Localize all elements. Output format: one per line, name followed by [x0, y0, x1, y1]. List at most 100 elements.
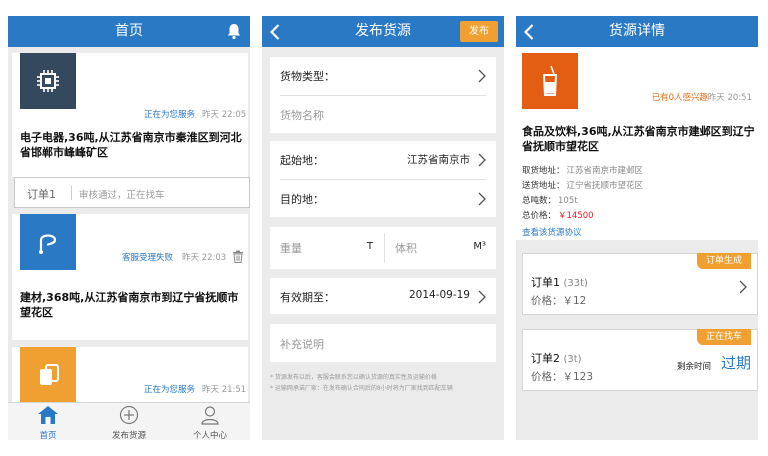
publish-button[interactable]: 发布 — [460, 21, 498, 42]
weight-input[interactable]: 重量 T — [270, 229, 383, 266]
delivery-label: 送货地址： — [522, 181, 565, 191]
remarks-input[interactable]: 补充说明 — [270, 325, 496, 362]
cargo-card[interactable]: 正在为您服务 昨天 21:51 — [12, 347, 248, 403]
timestamp: 昨天 22:05 — [202, 110, 247, 120]
origin-value: 江苏省南京市 — [407, 154, 470, 166]
cargo-card[interactable]: 正在为您服务 昨天 22:05 电子电器,36吨,从江苏省南京市秦淮区到河北省邯… — [12, 53, 248, 177]
destination-label: 目的地： — [280, 193, 324, 206]
chevron-right-icon — [478, 289, 486, 308]
page-title: 货源详情 — [609, 23, 665, 39]
chevron-right-icon — [478, 68, 486, 87]
cargo-thumbnail — [20, 53, 76, 109]
publish-header: 发布货源 发布 — [262, 16, 504, 47]
status-badge: 正在找车 — [697, 329, 751, 345]
service-status: 客服受理失败 — [122, 253, 174, 263]
pickup-value: 江苏省南京市建邺区 — [566, 166, 644, 176]
tab-publish[interactable]: 发布货源 — [89, 405, 169, 440]
tonnage-label: 总吨数： — [522, 196, 557, 206]
cargo-name-placeholder: 货物名称 — [280, 109, 324, 122]
add-icon — [89, 405, 169, 428]
weight-placeholder: 重量 — [280, 242, 302, 255]
order-label: 订单2 — [531, 352, 560, 365]
tab-label: 首页 — [39, 431, 57, 440]
valid-until-field[interactable]: 有效期至： 2014-09-19 — [270, 278, 496, 315]
pickup-address: 取货地址： 江苏省南京市建邺区 — [522, 164, 643, 176]
order-price: 价格：￥123 — [531, 371, 594, 383]
route-group: 起始地： 江苏省南京市 目的地： — [270, 141, 496, 217]
home-icon — [8, 405, 88, 428]
volume-placeholder: 体积 — [395, 242, 417, 255]
volume-input[interactable]: 体积 M³ — [385, 229, 496, 266]
service-status: 正在为您服务 — [144, 110, 196, 120]
cargo-type-label: 货物类型： — [280, 70, 335, 83]
order-card[interactable]: 订单生成 订单1 (33t) 价格：￥12 — [522, 253, 758, 315]
weight-unit: T — [366, 241, 373, 252]
cargo-type-field[interactable]: 货物类型： — [270, 57, 496, 94]
copy-icon — [38, 364, 60, 392]
detail-header: 货源详情 — [516, 16, 758, 47]
tab-label: 发布货源 — [111, 431, 146, 440]
valid-until-label: 有效期至： — [280, 291, 335, 304]
remarks-placeholder: 补充说明 — [280, 338, 324, 351]
cargo-thumbnail — [20, 347, 76, 403]
divider — [71, 186, 72, 200]
trash-icon[interactable] — [232, 248, 244, 267]
tab-label: 个人中心 — [192, 431, 227, 440]
total-price-value: ￥14500 — [558, 211, 594, 221]
timestamp: 昨天 22:03 — [182, 253, 227, 263]
volume-unit: M³ — [473, 241, 486, 252]
publish-notes: * 货源发布以后，客服会联系您以确认货源的真实性及运输价格 * 运输网承诺厂家：… — [270, 372, 496, 394]
home-header: 首页 — [8, 16, 250, 47]
order-price: 价格：￥12 — [531, 295, 587, 307]
chip-icon — [36, 69, 60, 97]
order-status-text: 审核通过，正在找车 — [79, 190, 165, 201]
drink-icon — [541, 65, 559, 101]
cargo-title: 电子电器,36吨,从江苏省南京市秦淮区到河北省邯郸市峰峰矿区 — [20, 131, 242, 159]
destination-field[interactable]: 目的地： — [270, 180, 496, 217]
validity-group: 有效期至： 2014-09-19 — [270, 278, 496, 314]
order-tons: (33t) — [563, 278, 588, 289]
cargo-thumbnail — [522, 53, 578, 109]
page-title: 首页 — [115, 23, 143, 39]
chevron-right-icon — [478, 191, 486, 210]
cargo-title: 建材,368吨,从江苏省南京市到辽宁省抚顺市望花区 — [20, 291, 239, 319]
service-status: 正在为您服务 — [144, 385, 196, 395]
tab-home[interactable]: 首页 — [8, 405, 88, 440]
bell-icon[interactable] — [226, 23, 242, 44]
timestamp: 昨天 20:51 — [707, 93, 752, 103]
origin-label: 起始地： — [280, 154, 324, 167]
tab-profile[interactable]: 个人中心 — [170, 405, 250, 440]
order-status-row[interactable]: 订单1 审核通过，正在找车 — [14, 177, 250, 208]
origin-field[interactable]: 起始地： 江苏省南京市 — [270, 141, 496, 178]
note-text: * 货源发布以后，客服会联系您以确认货源的真实性及运输价格 — [270, 374, 437, 381]
bottom-tab-bar: 首页 发布货源 个人中心 — [8, 402, 250, 440]
chevron-right-icon — [739, 279, 747, 298]
order-label: 订单1 — [27, 188, 56, 201]
order-name: 订单2 (3t) — [531, 350, 582, 366]
order-label: 订单1 — [531, 276, 560, 289]
interest-count: 已有0人感兴趣 — [651, 93, 708, 103]
order-card[interactable]: 正在找车 订单2 (3t) 价格：￥123 剩余时间 过期 — [522, 329, 758, 391]
note-text: * 运输网承诺厂家：在发布确认合同后的8小时将为厂家找到匹配车辆 — [270, 385, 453, 392]
total-price-label: 总价格： — [522, 211, 557, 221]
remarks-group: 补充说明 — [270, 324, 496, 362]
valid-until-value: 2014-09-19 — [408, 289, 470, 301]
remaining-time-label: 剩余时间 — [676, 362, 711, 372]
delivery-address: 送货地址： 辽宁省抚顺市望花区 — [522, 179, 643, 191]
remaining-time-value: 过期 — [720, 354, 751, 372]
order-tons: (3t) — [563, 354, 582, 365]
agreement-link[interactable]: 查看该货源协议 — [522, 226, 582, 238]
delivery-value: 辽宁省抚顺市望花区 — [566, 181, 644, 191]
user-icon — [170, 405, 250, 428]
total-tonnage: 总吨数： 105t — [522, 194, 578, 206]
cargo-title: 食品及饮料,36吨,从江苏省南京市建邺区到辽宁省抚顺市望花区 — [522, 125, 755, 153]
cargo-info-group: 货物类型： 货物名称 — [270, 57, 496, 133]
total-price: 总价格： ￥14500 — [522, 209, 594, 221]
hook-icon — [35, 228, 61, 260]
cargo-card[interactable]: 客服受理失败 昨天 22:03 建材,368吨,从江苏省南京市到辽宁省抚顺市望花… — [12, 214, 248, 340]
timestamp: 昨天 21:51 — [202, 385, 247, 395]
cargo-thumbnail — [20, 214, 76, 270]
detail-screen: 货源详情 已有0人感兴趣 昨天 20:51 食品及饮料,36吨,从江苏省南京市建… — [516, 16, 758, 440]
chevron-right-icon — [478, 152, 486, 171]
cargo-name-input[interactable]: 货物名称 — [270, 96, 496, 133]
